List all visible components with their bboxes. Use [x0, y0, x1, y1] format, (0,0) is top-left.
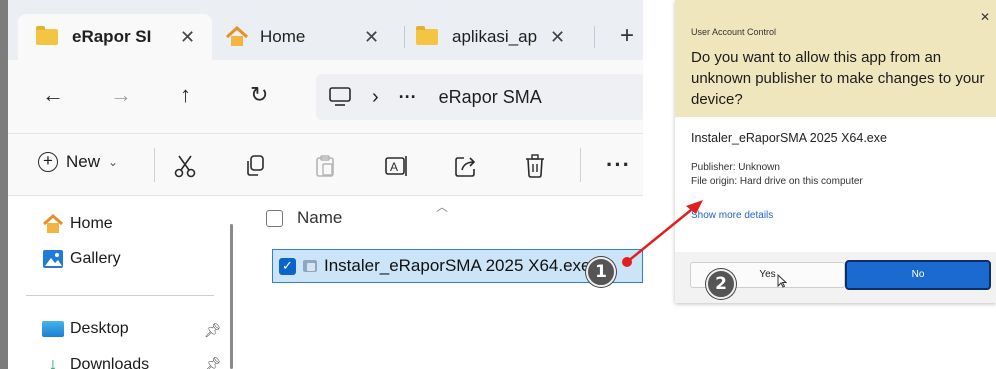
- select-all-checkbox[interactable]: [266, 209, 283, 227]
- file-name: Instaler_eRaporSMA 2025 X64.exe: [324, 256, 591, 275]
- installer-icon: [302, 258, 318, 274]
- cut-icon[interactable]: [174, 154, 196, 178]
- back-button[interactable]: ←: [42, 82, 64, 108]
- new-tab-button[interactable]: +: [620, 22, 634, 50]
- up-button[interactable]: ↑: [180, 82, 191, 108]
- paste-icon[interactable]: [314, 154, 336, 178]
- sidebar-item-label: Home: [70, 215, 113, 232]
- row-checkbox[interactable]: ✓: [279, 257, 296, 275]
- navigation-pane: Home Gallery Desktop 📌︎ ↓ Downloads 📌︎: [8, 196, 240, 369]
- new-button[interactable]: + New ⌄: [38, 152, 118, 172]
- no-button[interactable]: No: [845, 260, 991, 290]
- chevron-down-icon: ⌄: [108, 155, 119, 169]
- command-bar: + New ⌄ A ···: [8, 134, 643, 196]
- rename-icon[interactable]: A: [384, 154, 410, 178]
- desktop-icon: [42, 321, 64, 337]
- tab-close-icon[interactable]: ✕: [364, 27, 379, 48]
- uac-app-name: Instaler_eRaporSMA 2025 X64.exe: [691, 131, 887, 145]
- tab-bar: eRapor SI ✕ Home ✕ aplikasi_ap ✕ +: [8, 0, 643, 60]
- breadcrumb-current[interactable]: eRapor SMA: [439, 87, 542, 108]
- tab-separator: [404, 26, 405, 48]
- home-icon: [225, 26, 249, 46]
- refresh-button[interactable]: ↻: [250, 82, 268, 108]
- uac-publisher: Publisher: Unknown: [691, 162, 780, 173]
- tab-label: aplikasi_ap: [452, 27, 538, 46]
- sidebar-item-desktop[interactable]: Desktop: [42, 320, 129, 338]
- step-1-badge: 1: [586, 257, 616, 287]
- tab-label: Home: [260, 27, 306, 46]
- forward-button[interactable]: →: [110, 82, 132, 108]
- tab-erapor[interactable]: eRapor SI ✕: [18, 14, 212, 60]
- sidebar-item-home[interactable]: Home: [42, 214, 113, 234]
- sort-caret-icon: ︿: [436, 200, 449, 214]
- tab-aplikasi[interactable]: aplikasi_ap ✕: [412, 14, 592, 60]
- download-arrow-icon: ↓: [48, 354, 58, 369]
- uac-dialog: User Account Control ✕ Do you want to al…: [675, 0, 996, 303]
- pin-icon[interactable]: 📌︎: [204, 322, 222, 339]
- column-header-label: Name: [297, 208, 343, 227]
- file-list: ︿ Name ✓ Instaler_eRaporSMA 2025 X64.exe: [240, 196, 643, 369]
- sidebar-item-gallery[interactable]: Gallery: [42, 249, 121, 269]
- share-icon[interactable]: [454, 154, 478, 178]
- step-2-badge: 2: [706, 269, 736, 299]
- gallery-icon: [43, 250, 63, 268]
- toolbar-separator: [580, 148, 581, 182]
- uac-file-origin: File origin: Hard drive on this computer: [691, 176, 863, 187]
- sidebar-divider: [26, 295, 214, 296]
- svg-text:A: A: [390, 160, 398, 174]
- home-icon: [43, 214, 63, 233]
- show-more-details-link[interactable]: Show more details: [691, 210, 773, 221]
- mouse-cursor-icon: [777, 274, 787, 288]
- this-pc-icon: [329, 87, 351, 106]
- column-header-name[interactable]: Name: [266, 208, 342, 228]
- tab-separator: [594, 26, 595, 48]
- address-bar[interactable]: › ··· eRapor SMA: [316, 74, 643, 120]
- more-options-button[interactable]: ···: [606, 152, 631, 178]
- uac-header: User Account Control ✕ Do you want to al…: [675, 0, 996, 117]
- delete-icon[interactable]: [524, 154, 546, 178]
- sidebar-item-downloads[interactable]: ↓ Downloads: [42, 354, 150, 369]
- copy-icon[interactable]: [244, 154, 266, 178]
- tab-close-icon[interactable]: ✕: [550, 27, 565, 48]
- navigation-bar: ← → ↑ ↻ › ··· eRapor SMA: [8, 60, 643, 134]
- pin-icon[interactable]: 📌︎: [204, 356, 222, 369]
- tab-home[interactable]: Home ✕: [218, 14, 398, 60]
- uac-question: Do you want to allow this app from an un…: [691, 49, 985, 108]
- file-explorer-window: eRapor SI ✕ Home ✕ aplikasi_ap ✕ + ← → ↑…: [0, 0, 643, 369]
- breadcrumb-chevron-icon: ›: [372, 85, 379, 108]
- toolbar-separator: [154, 148, 155, 182]
- sidebar-item-label: Downloads: [70, 355, 150, 369]
- plus-icon: +: [38, 152, 58, 172]
- folder-icon: [36, 26, 58, 45]
- sidebar-scrollbar[interactable]: [230, 224, 233, 369]
- folder-icon: [416, 26, 438, 45]
- sidebar-item-label: Desktop: [70, 320, 129, 337]
- tab-label: eRapor SI: [72, 27, 152, 46]
- close-icon[interactable]: ✕: [980, 10, 990, 24]
- window-left-edge: [0, 0, 8, 369]
- uac-caption: User Account Control: [691, 27, 777, 37]
- new-button-label: New: [66, 152, 101, 171]
- breadcrumb-more-button[interactable]: ···: [399, 87, 417, 108]
- tab-close-icon[interactable]: ✕: [180, 27, 195, 48]
- sidebar-item-label: Gallery: [70, 250, 121, 267]
